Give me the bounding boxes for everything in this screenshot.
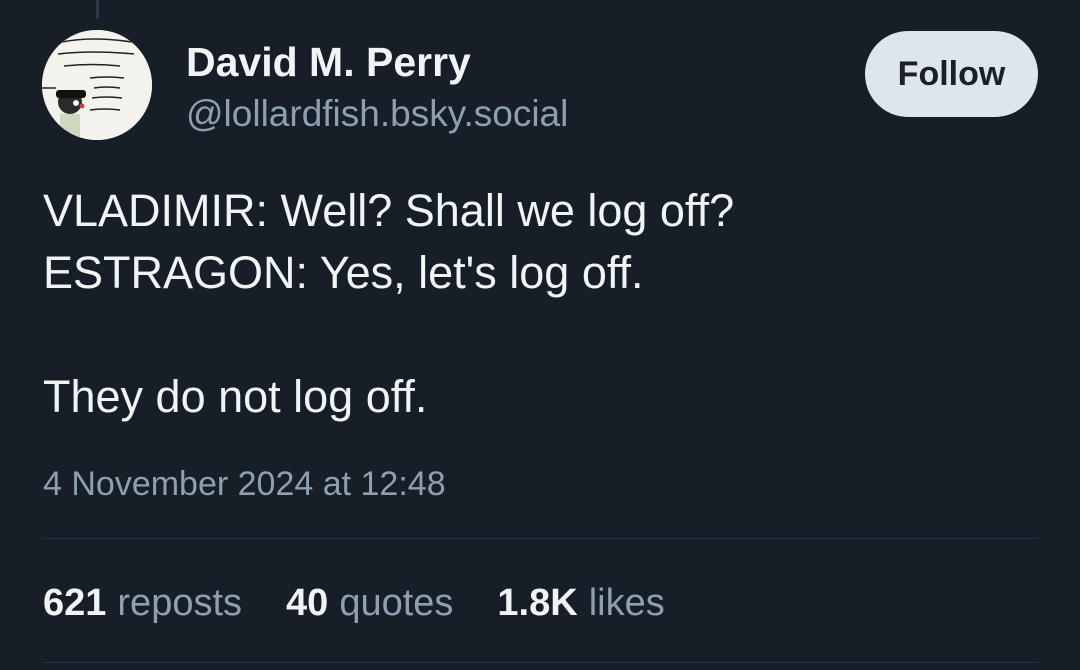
author-display-name[interactable]: David M. Perry <box>186 38 471 86</box>
author-handle[interactable]: @lollardfish.bsky.social <box>186 92 568 136</box>
reposts-count: 621 <box>43 581 107 624</box>
reposts-stat[interactable]: 621 reposts <box>43 582 242 625</box>
likes-label: likes <box>588 581 665 624</box>
reposts-label: reposts <box>117 581 243 624</box>
quotes-label: quotes <box>339 581 454 624</box>
author-avatar[interactable] <box>42 30 152 140</box>
divider <box>43 538 1038 539</box>
post-timestamp: 4 November 2024 at 12:48 <box>43 465 446 503</box>
post-text-line: VLADIMIR: Well? Shall we log off? <box>43 185 735 236</box>
likes-stat[interactable]: 1.8K likes <box>497 582 664 625</box>
likes-count: 1.8K <box>497 581 578 624</box>
quotes-stat[interactable]: 40 quotes <box>286 582 453 625</box>
post-text-line: ESTRAGON: Yes, let's log off. <box>43 247 644 298</box>
divider <box>43 662 1038 663</box>
follow-button[interactable]: Follow <box>865 31 1038 117</box>
thread-connector-line <box>96 0 99 18</box>
post-detail-view: David M. Perry @lollardfish.bsky.social … <box>0 0 1080 670</box>
post-text-line: They do not log off. <box>43 371 428 422</box>
post-text-blank-line <box>43 304 1043 366</box>
comic-panel-avatar-icon <box>42 30 152 140</box>
post-text: VLADIMIR: Well? Shall we log off? ESTRAG… <box>43 180 1043 428</box>
post-stats: 621 reposts 40 quotes 1.8K likes <box>43 578 709 628</box>
quotes-count: 40 <box>286 581 329 624</box>
